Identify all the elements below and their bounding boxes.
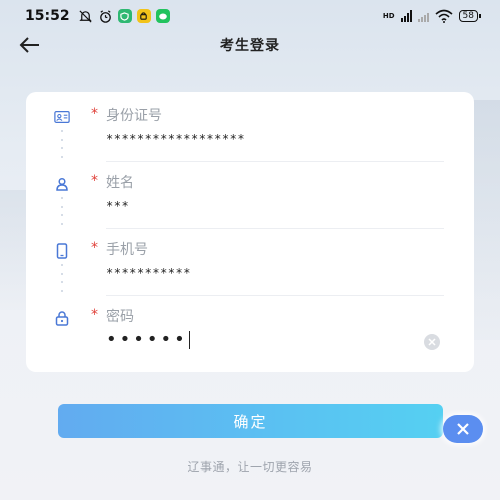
status-system-icons: HD 58 xyxy=(382,9,482,23)
field-connector xyxy=(61,130,63,158)
page-title: 考生登录 xyxy=(220,38,280,54)
hd-label: HD xyxy=(382,11,395,20)
required-mark: * xyxy=(91,307,98,323)
muted-alarm-icon xyxy=(78,9,92,23)
wechat-icon xyxy=(155,9,170,23)
field-phone: * 手机号 *********** xyxy=(26,226,474,296)
clear-input-icon[interactable] xyxy=(424,334,440,350)
wifi-icon xyxy=(435,9,453,23)
required-mark: * xyxy=(91,106,98,122)
nav-bar: 考生登录 xyxy=(0,30,500,60)
back-button[interactable] xyxy=(16,32,44,58)
password-input[interactable]: •••••• xyxy=(106,329,442,353)
footer-slogan: 辽事通，让一切更容易 xyxy=(187,460,313,474)
status-bar: 15:52 HD 58 xyxy=(0,0,500,32)
signal-strength-icon xyxy=(400,10,412,22)
password-masked-value: •••••• xyxy=(106,329,188,350)
name-input[interactable]: *** xyxy=(106,199,442,223)
shield-app-icon xyxy=(117,9,132,23)
back-arrow-icon xyxy=(19,37,39,53)
phone-icon xyxy=(54,243,70,259)
user-icon xyxy=(54,177,70,191)
status-notification-icons xyxy=(78,9,170,24)
login-form-card: * 身份证号 ****************** * 姓名 *** * 手机号… xyxy=(26,92,474,372)
text-cursor xyxy=(188,331,190,349)
name-label: 姓名 xyxy=(106,175,134,191)
phone-label: 手机号 xyxy=(106,242,148,258)
required-mark: * xyxy=(91,173,98,189)
battery-level: 58 xyxy=(462,10,474,21)
id-number-label: 身份证号 xyxy=(106,108,162,124)
alarm-clock-icon xyxy=(99,9,111,23)
field-password: * 密码 •••••• xyxy=(26,293,474,359)
field-connector xyxy=(61,197,63,225)
yellow-app-icon xyxy=(136,9,151,23)
field-connector xyxy=(61,264,63,292)
signal-strength-2-icon xyxy=(417,10,429,22)
battery-icon: 58 xyxy=(458,10,482,22)
field-id-number: * 身份证号 ****************** xyxy=(26,92,474,162)
required-mark: * xyxy=(91,240,98,256)
close-icon xyxy=(457,423,469,435)
phone-input[interactable]: *********** xyxy=(106,266,442,290)
password-label: 密码 xyxy=(106,309,134,325)
id-card-icon xyxy=(54,110,70,124)
confirm-button[interactable]: 确定 xyxy=(58,404,443,438)
id-number-input[interactable]: ****************** xyxy=(106,132,442,156)
close-floating-button[interactable] xyxy=(443,415,483,443)
field-name: * 姓名 *** xyxy=(26,159,474,229)
lock-icon xyxy=(54,310,70,326)
status-time: 15:52 xyxy=(25,8,70,24)
